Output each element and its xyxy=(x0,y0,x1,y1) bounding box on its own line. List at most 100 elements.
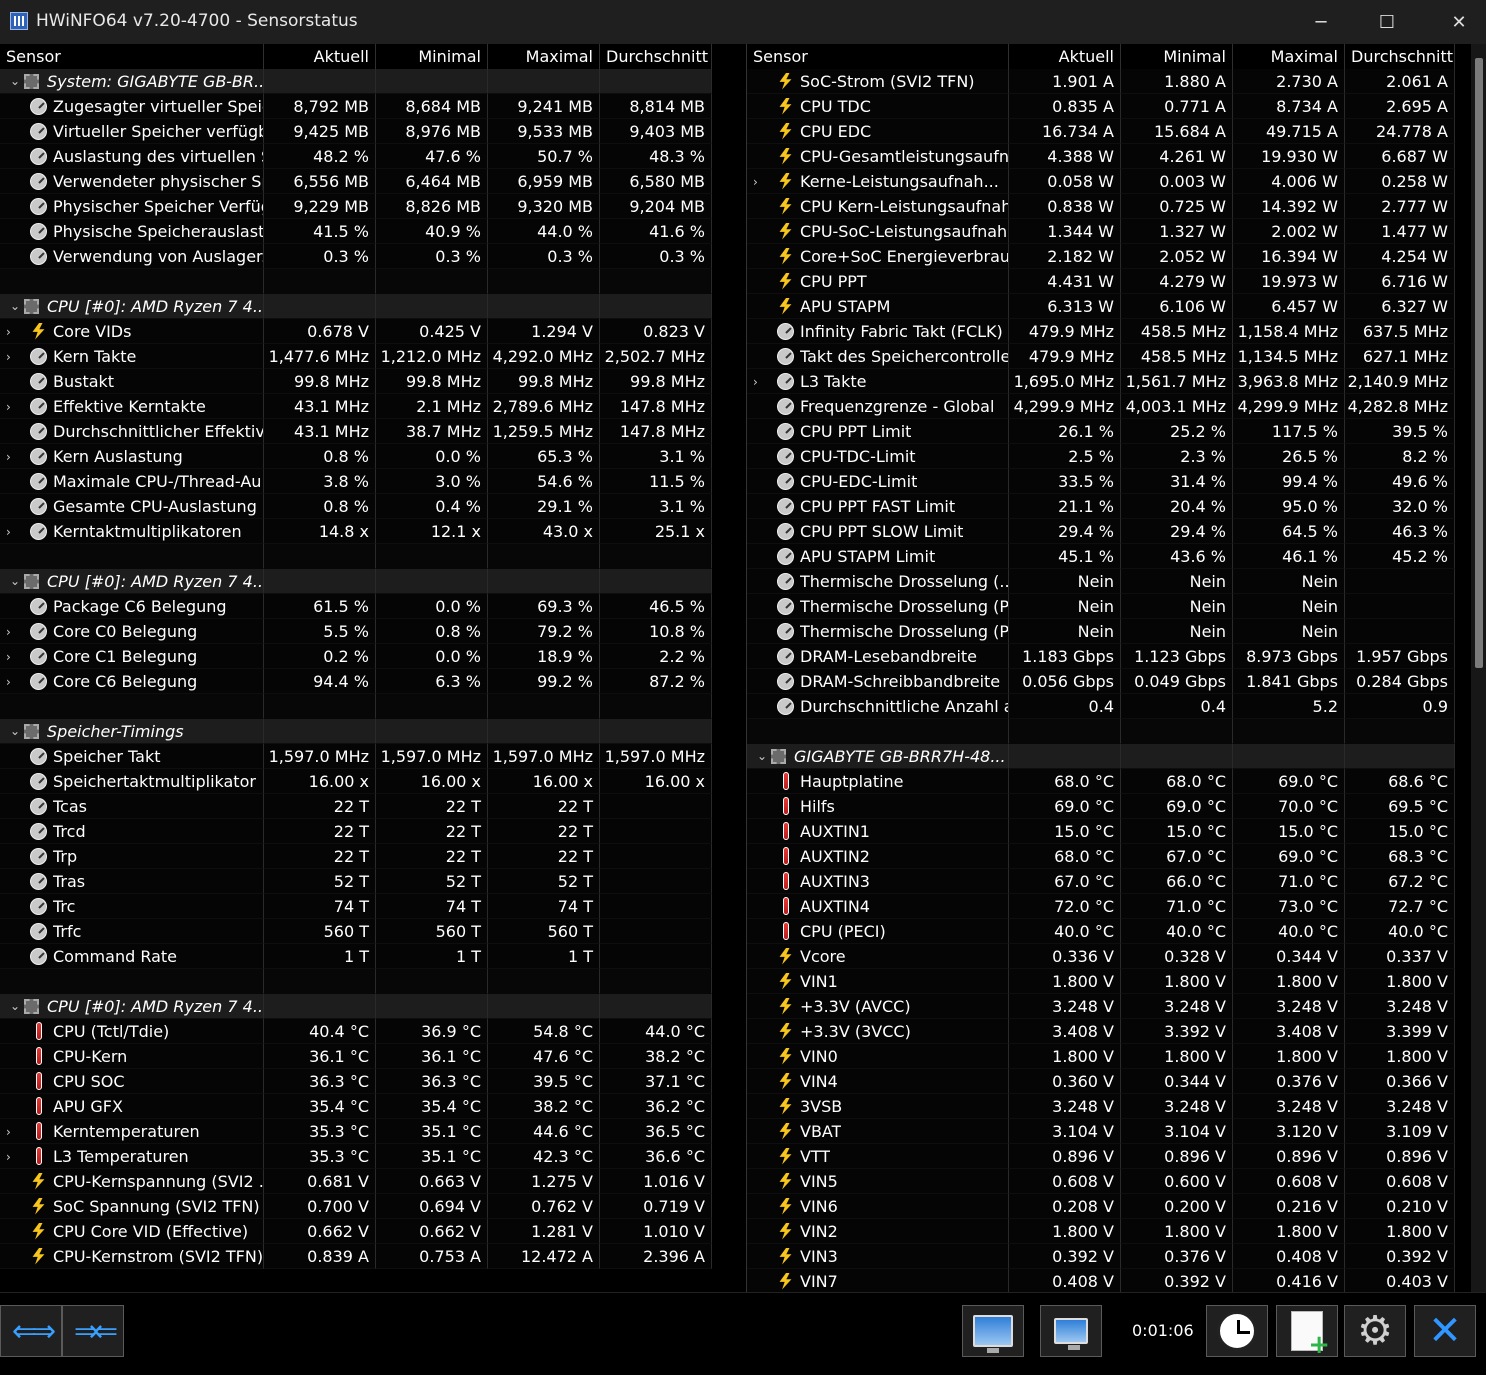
sensor-row[interactable]: SoC-Strom (SVI2 TFN) 1.901 A 1.880 A 2.730 … xyxy=(747,69,1455,94)
sensor-row[interactable]: › Core C0 Belegung 5.5 % 0.8 % 79.2 % 10.8 % xyxy=(0,619,712,644)
expand-chevron-icon[interactable]: › xyxy=(753,375,758,389)
logging-button[interactable] xyxy=(1276,1305,1338,1360)
col-sensor[interactable]: Sensor xyxy=(0,44,264,69)
sensor-row[interactable]: Command Rate 1 T1 T1 T xyxy=(0,944,712,969)
sensor-row[interactable]: › Core C1 Belegung 0.2 % 0.0 % 18.9 % 2.2 % xyxy=(0,644,712,669)
sensor-row[interactable]: APU GFX 35.4 °C 35.4 °C 38.2 °C 36.2 °C xyxy=(0,1094,712,1119)
collapse-chevron-icon[interactable]: ⌄ xyxy=(6,569,24,593)
expand-chevron-icon[interactable]: › xyxy=(6,325,11,339)
sensor-row[interactable]: Trcd 22 T 22 T 22 T xyxy=(0,819,712,844)
minimize-button[interactable]: ─ xyxy=(1286,0,1356,44)
expand-chevron-icon[interactable]: › xyxy=(6,650,11,664)
sensor-row[interactable]: Hilfs 69.0 °C 69.0 °C 70.0 °C 69.5 °C xyxy=(747,794,1455,819)
sensor-row[interactable]: Zugesagter virtueller Speic... 8,792 MB 8,… xyxy=(0,94,712,119)
sensor-row[interactable]: VBAT 3.104 V 3.104 V 3.120 V 3.109 V xyxy=(747,1119,1455,1144)
maximize-button[interactable]: ☐ xyxy=(1352,0,1422,44)
sensor-row[interactable]: › Kern Takte 1,477.6 MHz 1,212.0 MHz 4,292.0… xyxy=(0,344,712,369)
sensor-row[interactable]: Core+SoC Energieverbrau... 2.182 W 2.052 W… xyxy=(747,244,1455,269)
sensor-table-left[interactable]: Sensor Aktuell Minimal Maximal Durchschn… xyxy=(0,44,746,1292)
expand-chevron-icon[interactable]: › xyxy=(753,175,758,189)
sensor-row[interactable]: Infinity Fabric Takt (FCLK) 479.9 MHz 458.… xyxy=(747,319,1455,344)
sensor-row[interactable]: Frequenzgrenze - Global 4,299.9 MHz 4,003.… xyxy=(747,394,1455,419)
sensor-row[interactable]: › L3 Temperaturen 35.3 °C 35.1 °C 42.3 °C 36.… xyxy=(0,1144,712,1169)
reset-timer-button[interactable] xyxy=(1206,1305,1268,1357)
sensor-row[interactable]: CPU-Kernspannung (SVI2 ... 0.681 V 0.663 V… xyxy=(0,1169,712,1194)
sensor-row[interactable]: Thermische Drosselung (P... Nein Nein Nein xyxy=(747,594,1455,619)
sensor-row[interactable]: CPU PPT Limit 26.1 % 25.2 % 117.5 % 39.5 % xyxy=(747,419,1455,444)
sensor-row[interactable]: Hauptplatine 68.0 °C 68.0 °C 69.0 °C 68.6 °C xyxy=(747,769,1455,794)
col-current[interactable]: Aktuell xyxy=(1009,44,1121,69)
collapse-columns-button[interactable]: ⇒⇐ xyxy=(62,1305,124,1357)
expand-chevron-icon[interactable]: › xyxy=(6,625,11,639)
sensor-table-right[interactable]: Sensor Aktuell Minimal Maximal Durchschn… xyxy=(746,44,1486,1292)
sensor-row[interactable]: CPU Core VID (Effective) 0.662 V 0.662 V 1.… xyxy=(0,1219,712,1244)
sensor-group-row[interactable]: ⌄ GIGABYTE GB-BRR7H-48... xyxy=(747,744,1455,769)
sensor-row[interactable]: +3.3V (3VCC) 3.408 V 3.392 V 3.408 V 3.399 V xyxy=(747,1019,1455,1044)
sensor-row[interactable]: CPU-Kernstrom (SVI2 TFN) 0.839 A 0.753 A 12… xyxy=(0,1244,712,1269)
sensor-row[interactable]: CPU-EDC-Limit 33.5 % 31.4 % 99.4 % 49.6 % xyxy=(747,469,1455,494)
col-avg[interactable]: Durchschnitt xyxy=(1345,44,1455,69)
sensor-row[interactable]: CPU (Tctl/Tdie) 40.4 °C 36.9 °C 54.8 °C 44.0… xyxy=(0,1019,712,1044)
sensor-row[interactable]: › Kerntemperaturen 35.3 °C 35.1 °C 44.6 °C 36… xyxy=(0,1119,712,1144)
sensor-row[interactable]: CPU TDC 0.835 A 0.771 A 8.734 A 2.695 A xyxy=(747,94,1455,119)
expand-chevron-icon[interactable]: › xyxy=(6,450,11,464)
sensor-row[interactable]: Auslastung des virtuellen S...48.2 %47.6… xyxy=(0,144,712,169)
sensor-row[interactable]: Verwendung von Auslager... 0.3 % 0.3 % 0.3 … xyxy=(0,244,712,269)
sensor-row[interactable]: 3VSB 3.248 V 3.248 V 3.248 V 3.248 V xyxy=(747,1094,1455,1119)
sensor-group-row[interactable]: ⌄ CPU [#0]: AMD Ryzen 7 4... xyxy=(0,994,712,1019)
network-sensors-button[interactable] xyxy=(962,1305,1024,1357)
sensor-row[interactable]: VTT 0.896 V 0.896 V 0.896 V 0.896 V xyxy=(747,1144,1455,1169)
sensor-row[interactable]: › Effektive Kerntakte 43.1 MHz 2.1 MHz 2,789… xyxy=(0,394,712,419)
close-sensors-button[interactable]: ✕ xyxy=(1414,1305,1476,1357)
sensor-row[interactable]: VIN2 1.800 V 1.800 V 1.800 V 1.800 V xyxy=(747,1219,1455,1244)
collapse-chevron-icon[interactable]: ⌄ xyxy=(6,719,24,743)
sensor-row[interactable]: Durchschnittliche Anzahl a... 0.4 0.4 5.2 0.… xyxy=(747,694,1455,719)
sensor-row[interactable]: Trp 22 T 22 T 22 T xyxy=(0,844,712,869)
sensor-row[interactable]: Gesamte CPU-Auslastung 0.8 % 0.4 % 29.1 % 3.… xyxy=(0,494,712,519)
sensor-row[interactable]: DRAM-Lesebandbreite 1.183 Gbps 1.123 Gbps 8… xyxy=(747,644,1455,669)
expand-chevron-icon[interactable]: › xyxy=(6,400,11,414)
expand-chevron-icon[interactable]: › xyxy=(6,1150,11,1164)
sensor-row[interactable]: APU STAPM 6.313 W 6.106 W 6.457 W 6.327 W xyxy=(747,294,1455,319)
sensor-row[interactable]: CPU PPT SLOW Limit 29.4 % 29.4 % 64.5 % 46.3… xyxy=(747,519,1455,544)
sensor-row[interactable]: VIN0 1.800 V 1.800 V 1.800 V 1.800 V xyxy=(747,1044,1455,1069)
sensor-row[interactable]: Physischer Speicher Verfüg... 9,229 MB 8,8… xyxy=(0,194,712,219)
sensor-row[interactable]: APU STAPM Limit 45.1 % 43.6 % 46.1 % 45.2 % xyxy=(747,544,1455,569)
collapse-chevron-icon[interactable]: ⌄ xyxy=(753,744,771,768)
vertical-scrollbar[interactable] xyxy=(1471,44,1486,1292)
col-min[interactable]: Minimal xyxy=(1121,44,1233,69)
sensor-row[interactable]: Vcore 0.336 V 0.328 V 0.344 V 0.337 V xyxy=(747,944,1455,969)
sensor-row[interactable]: CPU-TDC-Limit 2.5 % 2.3 % 26.5 % 8.2 % xyxy=(747,444,1455,469)
sensor-row[interactable]: Durchschnittlicher Effektive...43.1 MHz3… xyxy=(0,419,712,444)
sensor-row[interactable]: CPU-SoC-Leistungsaufnah... 1.344 W 1.327 W… xyxy=(747,219,1455,244)
collapse-chevron-icon[interactable]: ⌄ xyxy=(6,294,24,318)
sensor-row[interactable]: Tcas 22 T 22 T 22 T xyxy=(0,794,712,819)
sensor-row[interactable]: Thermische Drosselung (... Nein Nein Nein xyxy=(747,569,1455,594)
sensor-group-row[interactable]: ⌄ System: GIGABYTE GB-BR... xyxy=(0,69,712,94)
sensor-row[interactable]: +3.3V (AVCC) 3.248 V 3.248 V 3.248 V 3.248 V xyxy=(747,994,1455,1019)
sensor-row[interactable]: Bustakt 99.8 MHz 99.8 MHz 99.8 MHz 99.8 MHz xyxy=(0,369,712,394)
sensor-row[interactable]: CPU SOC 36.3 °C 36.3 °C 39.5 °C 37.1 °C xyxy=(0,1069,712,1094)
sensor-row[interactable]: Trc 74 T 74 T 74 T xyxy=(0,894,712,919)
sensor-row[interactable]: Virtueller Speicher verfügbar 9,425 MB 8,9… xyxy=(0,119,712,144)
sensor-row[interactable]: Tras 52 T 52 T 52 T xyxy=(0,869,712,894)
sensor-row[interactable]: CPU PPT FAST Limit 21.1 % 20.4 % 95.0 % 32.0… xyxy=(747,494,1455,519)
sensor-row[interactable]: Speichertaktmultiplikator 16.00 x 16.00 x1… xyxy=(0,769,712,794)
collapse-chevron-icon[interactable]: ⌄ xyxy=(6,994,24,1018)
sensor-row[interactable]: VIN4 0.360 V 0.344 V 0.376 V 0.366 V xyxy=(747,1069,1455,1094)
sensor-row[interactable]: Speicher Takt 1,597.0 MHz 1,597.0 MHz 1,597… xyxy=(0,744,712,769)
col-avg[interactable]: Durchschnitt xyxy=(600,44,712,69)
expand-collapse-button[interactable]: ⇐⇒ xyxy=(0,1305,62,1357)
sensor-group-row[interactable]: ⌄ Speicher-Timings xyxy=(0,719,712,744)
sensor-row[interactable]: Maximale CPU-/Thread-Au... 3.8 % 3.0 % 54.6… xyxy=(0,469,712,494)
sensor-row[interactable]: CPU (PECI) 40.0 °C 40.0 °C 40.0 °C 40.0 °C xyxy=(747,919,1455,944)
expand-chevron-icon[interactable]: › xyxy=(6,1125,11,1139)
sensor-row[interactable]: › Core VIDs 0.678 V 0.425 V 1.294 V 0.823 V xyxy=(0,319,712,344)
sensor-row[interactable]: Thermische Drosselung (P... Nein Nein Nein xyxy=(747,619,1455,644)
sensor-row[interactable]: Package C6 Belegung 61.5 % 0.0 % 69.3 % 46.5… xyxy=(0,594,712,619)
close-window-button[interactable]: ✕ xyxy=(1424,0,1486,44)
sensor-row[interactable]: CPU-Gesamtleistungsaufn... 4.388 W 4.261 W… xyxy=(747,144,1455,169)
sensor-row[interactable]: Trfc 560 T 560 T 560 T xyxy=(0,919,712,944)
sensor-row[interactable]: SoC Spannung (SVI2 TFN) 0.700 V 0.694 V 0.7… xyxy=(0,1194,712,1219)
sensor-row[interactable]: AUXTIN2 68.0 °C 67.0 °C 69.0 °C 68.3 °C xyxy=(747,844,1455,869)
